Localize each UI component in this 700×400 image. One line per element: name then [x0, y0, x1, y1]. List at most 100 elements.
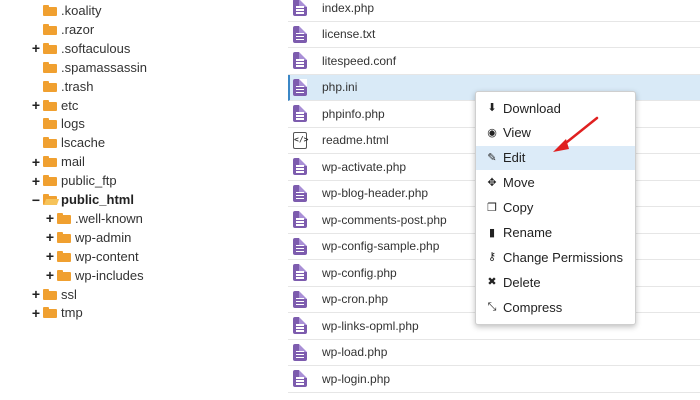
file-name: wp-login.php: [322, 371, 391, 386]
expand-icon[interactable]: +: [45, 211, 55, 225]
tree-item-label: .softaculous: [61, 40, 131, 56]
pencil-icon: ✎: [487, 151, 497, 164]
tree-item-label: wp-content: [75, 248, 139, 264]
eye-icon: ◉: [487, 126, 497, 139]
folder-icon: [43, 137, 57, 149]
tree-item[interactable]: + .softaculous: [31, 39, 130, 58]
folder-icon: [43, 5, 57, 16]
menu-item-edit[interactable]: ✎ Edit: [476, 145, 635, 170]
tree-item[interactable]: + .well-known: [45, 209, 143, 228]
file-name: wp-activate.php: [322, 159, 407, 174]
tree-item[interactable]: + wp-includes: [45, 266, 144, 285]
file-name: litespeed.conf: [322, 53, 397, 68]
file-name: readme.html: [322, 133, 389, 148]
tree-item-label: public_ftp: [61, 173, 117, 189]
text-file-icon: [293, 184, 307, 202]
key-icon: ⚷: [487, 251, 497, 264]
folder-open-icon: [43, 194, 60, 205]
file-row[interactable]: litespeed.conf: [288, 48, 700, 75]
tree-item[interactable]: + tmp: [31, 303, 83, 322]
file-icon: ▮: [488, 226, 496, 239]
tree-item-label: .razor: [61, 21, 95, 37]
expand-icon[interactable]: +: [31, 98, 41, 112]
folder-icon: [43, 288, 57, 300]
tree-item[interactable]: .razor: [31, 20, 94, 39]
expand-icon[interactable]: +: [45, 268, 55, 282]
folder-icon: [43, 307, 57, 319]
menu-item-rename[interactable]: ▮ Rename: [476, 221, 635, 245]
tree-item[interactable]: .koality: [31, 1, 101, 20]
tree-item[interactable]: + wp-content: [45, 247, 139, 266]
file-name: wp-config.php: [322, 265, 397, 280]
menu-item-label: Change Permissions: [503, 249, 623, 265]
file-row[interactable]: license.txt: [288, 22, 700, 48]
tree-item-label: etc: [61, 97, 79, 113]
collapse-icon[interactable]: −: [31, 193, 41, 207]
file-name: wp-links-opml.php: [322, 318, 419, 333]
tree-item[interactable]: + ssl: [31, 285, 77, 304]
tree-item[interactable]: .trash: [31, 77, 94, 96]
file-name: phpinfo.php: [322, 106, 385, 121]
compress-icon: ⤡: [487, 301, 497, 314]
text-file-icon: [293, 370, 307, 388]
folder-icon: [43, 99, 57, 111]
tree-item-label: .spamassassin: [61, 59, 147, 75]
text-file-icon: [293, 105, 307, 123]
file-name: wp-cron.php: [322, 292, 389, 307]
tree-item-label: lscache: [61, 135, 106, 151]
tree-item[interactable]: + public_ftp: [31, 171, 117, 190]
code-file-icon: </>: [293, 131, 308, 149]
menu-item-compress[interactable]: ⤡ Compress: [476, 295, 635, 319]
folder-icon: [57, 250, 71, 262]
folder-icon: [43, 175, 57, 187]
menu-item-label: Edit: [503, 150, 526, 166]
menu-item-label: Compress: [503, 299, 563, 315]
menu-item-label: Delete: [503, 274, 541, 290]
tree-item-label: wp-includes: [75, 267, 144, 283]
text-file-icon: [293, 343, 307, 361]
text-file-icon: [293, 25, 307, 43]
menu-item-change-permissions[interactable]: ⚷ Change Permissions: [476, 245, 635, 269]
tree-item-label: .well-known: [75, 210, 143, 226]
menu-item-copy[interactable]: ❐ Copy: [476, 196, 635, 220]
tree-item[interactable]: − public_html: [31, 190, 134, 209]
folder-icon: [43, 61, 57, 73]
text-file-icon: [293, 317, 307, 335]
text-file-icon: [293, 78, 307, 96]
menu-item-delete[interactable]: ✖ Delete: [476, 270, 635, 294]
file-name: index.php: [322, 0, 375, 15]
menu-item-label: Download: [503, 100, 561, 116]
folder-icon: [43, 118, 57, 130]
tree-item-label: .koality: [61, 3, 102, 18]
expand-icon[interactable]: +: [31, 306, 41, 320]
text-file-icon: [293, 290, 307, 308]
tree-item[interactable]: .spamassassin: [31, 58, 147, 77]
tree-item[interactable]: logs: [31, 114, 85, 133]
file-row[interactable]: wp-login.php: [288, 366, 700, 393]
tree-item-label: ssl: [61, 286, 77, 302]
close-icon: ✖: [487, 276, 497, 289]
file-name: wp-config-sample.php: [322, 239, 440, 254]
expand-icon[interactable]: +: [31, 155, 41, 169]
file-row[interactable]: index.php: [288, 0, 700, 22]
tree-item[interactable]: + wp-admin: [45, 228, 131, 247]
file-row[interactable]: wp-load.php: [288, 340, 700, 366]
menu-item-move[interactable]: ✥ Move: [476, 171, 635, 195]
folder-icon: [43, 80, 57, 92]
expand-icon[interactable]: +: [31, 41, 41, 55]
folder-icon: [57, 212, 71, 224]
expand-icon[interactable]: +: [31, 174, 41, 188]
tree-item-label: .trash: [61, 78, 94, 94]
tree-item[interactable]: lscache: [31, 133, 105, 152]
tree-item[interactable]: + mail: [31, 152, 85, 171]
text-file-icon: [293, 237, 307, 255]
menu-item-view[interactable]: ◉ View: [476, 121, 635, 145]
expand-icon[interactable]: +: [45, 230, 55, 244]
download-icon: ⬇: [487, 102, 497, 114]
text-file-icon: [293, 158, 307, 176]
expand-icon[interactable]: +: [31, 287, 41, 301]
tree-item-label: public_html: [61, 192, 134, 207]
menu-item-download[interactable]: ⬇ Download: [476, 96, 635, 120]
tree-item[interactable]: + etc: [31, 96, 78, 115]
expand-icon[interactable]: +: [45, 249, 55, 263]
